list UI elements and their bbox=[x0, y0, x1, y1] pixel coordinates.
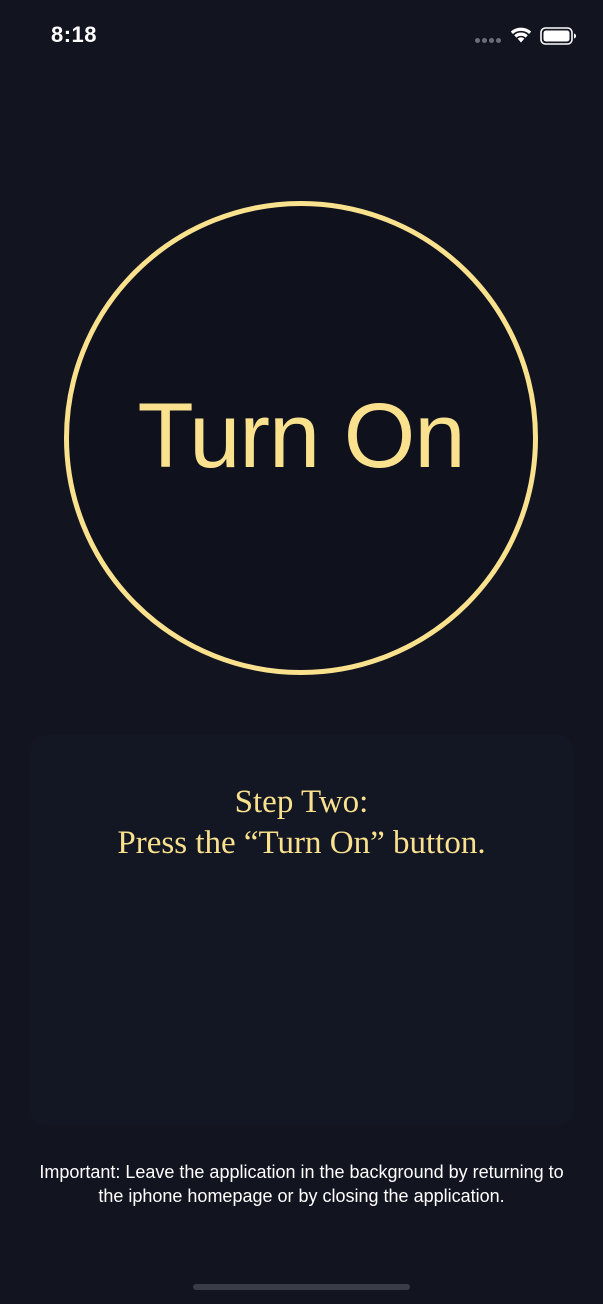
step-instructions: Step Two: Press the “Turn On” button. bbox=[0, 782, 603, 864]
step-body: Press the “Turn On” button. bbox=[117, 825, 486, 861]
battery-icon bbox=[540, 27, 576, 45]
signal-dots-icon bbox=[475, 38, 505, 44]
home-indicator[interactable] bbox=[193, 1284, 410, 1290]
step-title: Step Two: bbox=[234, 784, 369, 820]
wifi-icon bbox=[510, 27, 532, 43]
status-bar: 8:18 bbox=[0, 0, 603, 70]
turn-on-button[interactable]: Turn On bbox=[64, 201, 538, 675]
status-time: 8:18 bbox=[51, 22, 98, 47]
turn-on-label: Turn On bbox=[137, 384, 465, 487]
important-note: Important: Leave the application in the … bbox=[39, 1162, 564, 1206]
